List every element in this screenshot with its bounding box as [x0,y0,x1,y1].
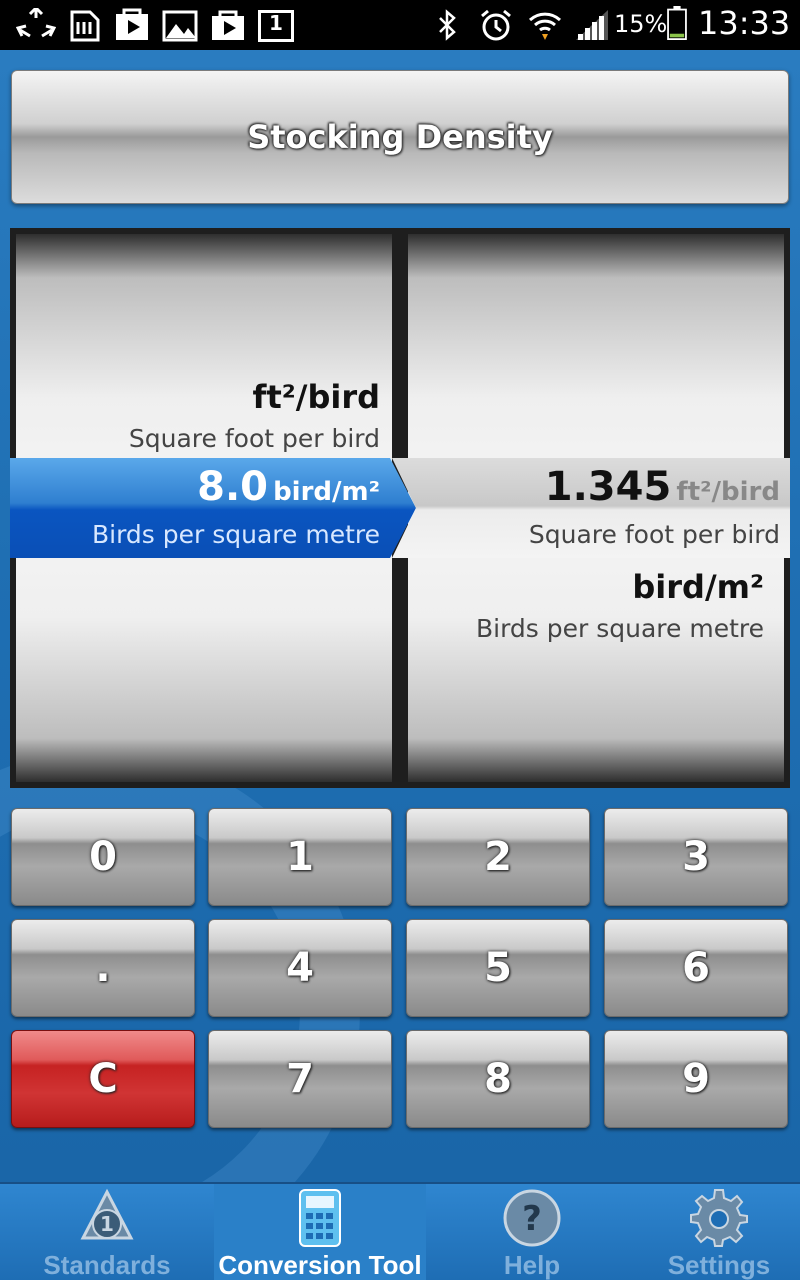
gear-icon [690,1189,748,1247]
nav-help-label: Help [503,1250,561,1280]
bottom-nav: 1 Standards Conversion Tool ? Help Setti… [0,1182,800,1280]
svg-text:1: 1 [100,1212,114,1236]
nav-settings[interactable]: Settings [638,1184,800,1280]
gallery-icon [162,10,198,42]
page-title: Stocking Density [247,118,553,156]
key-5[interactable]: 5 [406,919,590,1017]
bluetooth-icon [439,9,456,41]
title-bar: Stocking Density [11,70,789,204]
recycle-icon [16,8,56,38]
standards-icon: 1 [80,1188,134,1240]
right-selected-unit[interactable]: 1.345 ft²/bird Square foot per bird [392,458,790,558]
notification-count: 1 [269,11,283,35]
nav-help[interactable]: ? Help [426,1184,638,1280]
left-wheel-item-above[interactable]: ft²/bird Square foot per bird [129,378,380,453]
left-selected-unit-label: bird/m² [273,477,380,507]
key-7[interactable]: 7 [208,1030,392,1128]
left-above-desc: Square foot per bird [128,424,380,453]
wifi-icon [528,12,562,40]
right-below-unit: bird/m² [632,568,764,606]
key-4[interactable]: 4 [208,919,392,1017]
key-decimal[interactable]: . [11,919,195,1017]
key-1[interactable]: 1 [208,808,392,906]
right-below-desc: Birds per square metre [475,614,764,643]
left-selected-unit[interactable]: 8.0 bird/m² Birds per square metre [10,458,416,558]
signal-icon [576,10,608,40]
key-2[interactable]: 2 [406,808,590,906]
key-8[interactable]: 8 [406,1030,590,1128]
nav-standards[interactable]: 1 Standards [0,1184,214,1280]
battery-percent: 15% [614,10,668,38]
left-above-unit: ft²/bird [252,378,380,416]
play-store-icon [116,8,148,40]
help-icon: ? [503,1189,561,1247]
status-bar: 1 15% 13:33 [0,0,800,50]
nav-conversion-tool[interactable]: Conversion Tool [214,1184,426,1280]
battery-icon [667,6,687,40]
alarm-icon [481,9,511,41]
input-value: 8.0 [197,464,268,510]
calculator-icon [299,1189,341,1247]
right-selected-unit-label: ft²/bird [676,477,780,507]
result-value: 1.345 [544,464,672,510]
key-9[interactable]: 9 [604,1030,788,1128]
key-6[interactable]: 6 [604,919,788,1017]
nav-settings-label: Settings [667,1250,771,1280]
right-selected-desc: Square foot per bird [528,520,780,549]
key-0[interactable]: 0 [11,808,195,906]
right-wheel-item-below[interactable]: bird/m² Birds per square metre [476,568,764,643]
sd-card-icon [70,10,100,42]
clock: 13:33 [698,4,791,42]
svg-text:?: ? [522,1199,542,1239]
left-selected-desc: Birds per square metre [91,520,380,549]
nav-conversion-tool-label: Conversion Tool [218,1250,422,1280]
clear-button[interactable]: C [11,1030,195,1128]
nav-standards-label: Standards [43,1250,171,1280]
notification-1-icon: 1 [258,10,294,42]
shopping-bag-icon [212,10,244,40]
key-3[interactable]: 3 [604,808,788,906]
